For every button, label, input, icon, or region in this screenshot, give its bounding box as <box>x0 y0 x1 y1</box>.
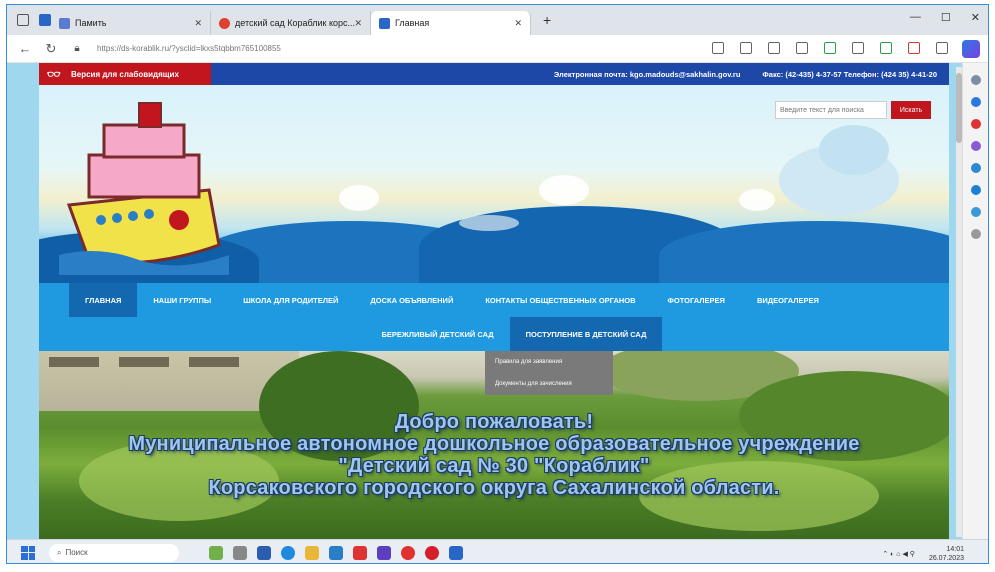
nav-item-public-bodies[interactable]: Контакты общественных органов <box>469 283 651 317</box>
yandex-icon[interactable] <box>353 545 367 560</box>
search-input[interactable] <box>775 101 887 119</box>
refresh-icon[interactable]: ↻ <box>43 41 59 57</box>
nav-item-home[interactable]: Главная <box>69 283 138 317</box>
main-nav: Главная Наши группы Школа для родителей … <box>39 283 949 351</box>
taskbar: ⌕ Поиск ⌃ ◐ ⌂ ◀ ⚲ 14:01 26.07.2023 <box>7 539 988 563</box>
workspace-icon[interactable] <box>39 14 51 26</box>
ship-logo-image <box>59 102 229 275</box>
app-icon[interactable] <box>377 545 391 560</box>
close-icon[interactable]: ✕ <box>354 18 362 29</box>
new-tab-button[interactable]: + <box>543 12 551 28</box>
opera-icon[interactable] <box>425 545 439 560</box>
sidebar-app-icon[interactable] <box>970 141 981 151</box>
site-header: Искать <box>39 85 949 291</box>
nav-row: Бережливый детский сад Поступление в дет… <box>39 317 949 351</box>
favorite-icon[interactable] <box>740 42 752 54</box>
close-icon[interactable]: ✕ <box>194 18 202 29</box>
tray-icons[interactable]: ⌃ ◐ ⌂ ◀ ⚲ <box>882 550 915 558</box>
wave-image <box>659 221 949 291</box>
top-info-strip: 👓︎ Версия для слабовидящих Электронная п… <box>39 63 949 85</box>
store-icon[interactable] <box>329 545 343 560</box>
taskbar-apps <box>209 545 463 560</box>
foam-image <box>459 215 519 231</box>
page-viewport: 👓︎ Версия для слабовидящих Электронная п… <box>7 63 964 539</box>
sidebar-app-icon[interactable] <box>970 163 981 173</box>
browser-sidebar <box>962 63 988 539</box>
favorites-icon[interactable] <box>796 42 808 54</box>
nav-item-admission[interactable]: Поступление в детский сад <box>509 317 663 351</box>
window-image <box>49 357 99 367</box>
tab-favicon-icon <box>379 17 390 29</box>
add-icon[interactable] <box>970 229 981 239</box>
search-icon[interactable] <box>970 75 981 85</box>
extensions-icon[interactable] <box>852 42 864 54</box>
app-icon[interactable] <box>257 545 271 560</box>
hero-welcome-text: Добро пожаловать! Муниципальное автономн… <box>128 411 860 499</box>
back-icon[interactable]: ← <box>17 41 33 56</box>
collections-icon[interactable] <box>824 42 836 54</box>
glasses-icon: 👓︎ <box>47 68 61 81</box>
tab-bar: Памить ✕ детский сад Кораблик корс... ✕ … <box>7 5 988 35</box>
system-tray: ⌃ ◐ ⌂ ◀ ⚲ 14:01 26.07.2023 <box>882 545 964 563</box>
start-icon[interactable] <box>21 545 35 560</box>
maximize-icon[interactable]: ☐ <box>941 11 951 24</box>
email-text[interactable]: Электронная почта: kgo.madouds@sakhalin.… <box>554 70 741 79</box>
search-form: Искать <box>775 101 931 119</box>
more-icon[interactable] <box>936 42 948 54</box>
foam-image <box>339 185 379 211</box>
sidebar-app-icon[interactable] <box>970 207 981 217</box>
nav-item-lean-kindergarten[interactable]: Бережливый детский сад <box>366 317 510 351</box>
tab-search[interactable]: детский сад Кораблик корс... ✕ <box>211 11 371 35</box>
weather-icon[interactable] <box>209 545 223 560</box>
browser-window: Памить ✕ детский сад Кораблик корс... ✕ … <box>6 4 989 564</box>
dropdown-item-rules[interactable]: Правила для заявления <box>485 351 613 373</box>
close-icon[interactable]: ✕ <box>514 18 522 29</box>
phone-text: Факс: (42-435) 4-37-57 Телефон: (424 35)… <box>762 69 937 79</box>
read-aloud-icon[interactable] <box>712 42 724 54</box>
tab-memory[interactable]: Памить ✕ <box>51 11 211 35</box>
foam-image <box>539 175 589 205</box>
nav-item-video-gallery[interactable]: Видеогалерея <box>741 283 835 317</box>
copilot-icon[interactable] <box>962 40 980 58</box>
window-menu-icon[interactable] <box>17 14 29 26</box>
window-controls: — ☐ ✕ <box>910 11 980 24</box>
edge-icon[interactable] <box>281 545 295 560</box>
sidebar-app-icon[interactable] <box>970 119 981 129</box>
cloud-image <box>819 125 889 175</box>
contacts: Электронная почта: kgo.madouds@sakhalin.… <box>554 63 937 85</box>
file-explorer-icon[interactable] <box>305 545 319 560</box>
close-window-icon[interactable]: ✕ <box>971 11 980 24</box>
browser-toolbar <box>712 42 948 54</box>
split-screen-icon[interactable] <box>768 42 780 54</box>
url-field[interactable]: https://ds-korablik.ru/?ysclid=lkxs5tqbb… <box>97 44 281 53</box>
nav-item-parents-school[interactable]: Школа для родителей <box>227 283 354 317</box>
tab-favicon-icon <box>219 17 230 29</box>
foam-image <box>739 189 775 211</box>
minimize-icon[interactable]: — <box>910 11 921 24</box>
nav-item-groups[interactable]: Наши группы <box>137 283 227 317</box>
window-image <box>119 357 169 367</box>
task-view-icon[interactable] <box>233 545 247 560</box>
profile-icon[interactable] <box>908 42 920 54</box>
clock[interactable]: 14:01 26.07.2023 <box>929 545 964 563</box>
app-icon[interactable] <box>401 545 415 560</box>
admission-dropdown: Правила для заявления Документы для зачи… <box>485 351 613 395</box>
dropdown-item-documents[interactable]: Документы для зачисления <box>485 373 613 395</box>
sidebar-app-icon[interactable] <box>970 97 981 107</box>
search-icon: ⌕ <box>57 547 62 557</box>
nav-row: Главная Наши группы Школа для родителей … <box>39 283 949 317</box>
address-bar: ← ↻ 🔒︎ https://ds-korablik.ru/?ysclid=lk… <box>7 35 988 63</box>
visually-impaired-button[interactable]: 👓︎ Версия для слабовидящих <box>39 63 211 85</box>
search-button[interactable]: Искать <box>891 101 931 119</box>
nav-item-announcements[interactable]: Доска объявлений <box>354 283 469 317</box>
window-image <box>189 357 239 367</box>
nav-item-photo-gallery[interactable]: Фотогалерея <box>652 283 741 317</box>
tab-home[interactable]: Главная ✕ <box>371 11 531 35</box>
sidebar-app-icon[interactable] <box>970 185 981 195</box>
lock-icon[interactable]: 🔒︎ <box>69 43 85 54</box>
taskbar-search[interactable]: ⌕ Поиск <box>49 543 179 562</box>
browser-essentials-icon[interactable] <box>880 42 892 54</box>
app-icon[interactable] <box>449 545 463 560</box>
tab-favicon-icon <box>59 17 70 29</box>
